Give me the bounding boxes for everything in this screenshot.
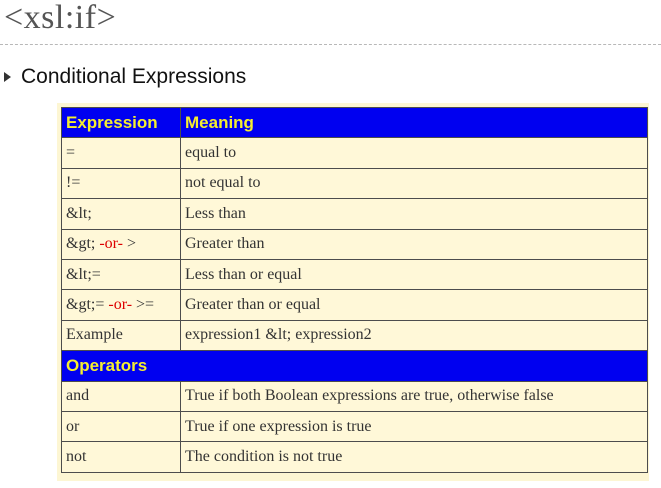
table-row: Example expression1 &lt; expression2 xyxy=(61,319,648,352)
expression-text: Example xyxy=(66,326,123,344)
expression-table-panel: Expression Meaning = equal to != not equ… xyxy=(57,103,649,481)
expression-text: = xyxy=(66,144,76,162)
meaning-cell: Less than or equal xyxy=(180,258,648,291)
table-row: not The condition is not true xyxy=(61,441,648,473)
expression-text: &gt;= xyxy=(66,296,109,314)
expression-cell: = xyxy=(61,137,181,169)
meaning-cell: Greater than or equal xyxy=(180,289,648,321)
expression-cell: &gt;= -or- >= xyxy=(61,289,181,321)
table-row: &lt;= Less than or equal xyxy=(61,258,648,291)
table-row: = equal to xyxy=(61,137,648,169)
title-divider xyxy=(0,44,661,45)
meaning-cell: Less than xyxy=(180,198,648,230)
meaning-cell: not equal to xyxy=(180,167,648,200)
expression-text: != xyxy=(66,174,81,192)
meaning-cell: Greater than xyxy=(180,228,648,260)
table-row: &lt; Less than xyxy=(61,198,648,230)
operator-cell: or xyxy=(61,410,181,443)
expression-cell: &gt; -or- > xyxy=(61,228,181,260)
operators-header-row: Operators xyxy=(61,350,648,382)
bullet-text: Conditional Expressions xyxy=(21,65,247,88)
or-separator: -or- xyxy=(99,235,124,253)
expression-alt-text: >= xyxy=(132,296,155,314)
expression-cell: != xyxy=(61,167,181,200)
expression-text: &lt; xyxy=(66,204,92,222)
meaning-cell: True if one expression is true xyxy=(180,410,648,443)
expression-text: &lt;= xyxy=(66,265,101,283)
meaning-cell: equal to xyxy=(180,137,648,169)
table-row: or True if one expression is true xyxy=(61,410,648,443)
table-header-row: Expression Meaning xyxy=(61,106,648,139)
slide-title: <xsl:if> xyxy=(4,0,117,36)
expression-cell: Example xyxy=(61,319,181,352)
expression-cell: &lt; xyxy=(61,198,181,230)
bullet-item: Conditional Expressions xyxy=(4,64,246,90)
operators-header: Operators xyxy=(61,350,648,382)
expression-table: Expression Meaning = equal to != not equ… xyxy=(61,106,648,473)
table-row: &gt; -or- > Greater than xyxy=(61,228,648,260)
operator-cell: not xyxy=(61,441,181,473)
header-meaning: Meaning xyxy=(180,106,648,139)
meaning-cell: True if both Boolean expressions are tru… xyxy=(180,380,648,412)
expression-alt-text: > xyxy=(123,235,137,253)
table-row: &gt;= -or- >= Greater than or equal xyxy=(61,289,648,321)
header-expression: Expression xyxy=(61,106,181,139)
operator-cell: and xyxy=(61,380,181,412)
expression-text: &gt; xyxy=(66,235,100,253)
table-row: and True if both Boolean expressions are… xyxy=(61,380,648,412)
or-separator: -or- xyxy=(108,296,133,314)
triangle-bullet-icon xyxy=(4,72,11,82)
table-row: != not equal to xyxy=(61,167,648,200)
meaning-cell: expression1 &lt; expression2 xyxy=(180,319,648,352)
meaning-cell: The condition is not true xyxy=(180,441,648,473)
expression-cell: &lt;= xyxy=(61,258,181,291)
